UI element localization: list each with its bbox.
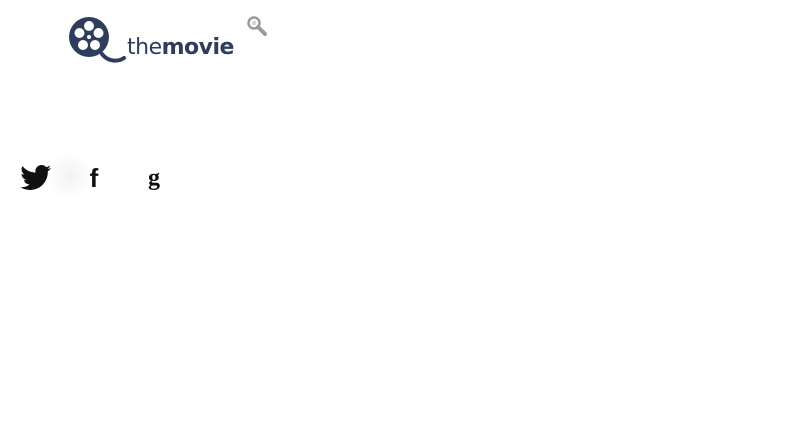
search-button[interactable]: [246, 15, 268, 37]
logo-text-light: the: [127, 35, 162, 60]
google-link[interactable]: g: [136, 160, 172, 196]
film-reel-icon: [69, 17, 126, 63]
google-icon: g: [148, 165, 160, 191]
facebook-link[interactable]: f: [76, 160, 112, 196]
social-links: f g: [18, 160, 178, 200]
logo-text-bold: movie: [161, 35, 235, 60]
facebook-icon: f: [89, 163, 99, 193]
site-logo-link[interactable]: themovie: [68, 16, 238, 64]
site-logo-text: themovie: [127, 35, 234, 61]
twitter-icon: [20, 165, 52, 190]
page: themovie f g: [0, 0, 800, 441]
twitter-link[interactable]: [18, 160, 54, 196]
search-icon: [247, 16, 267, 36]
